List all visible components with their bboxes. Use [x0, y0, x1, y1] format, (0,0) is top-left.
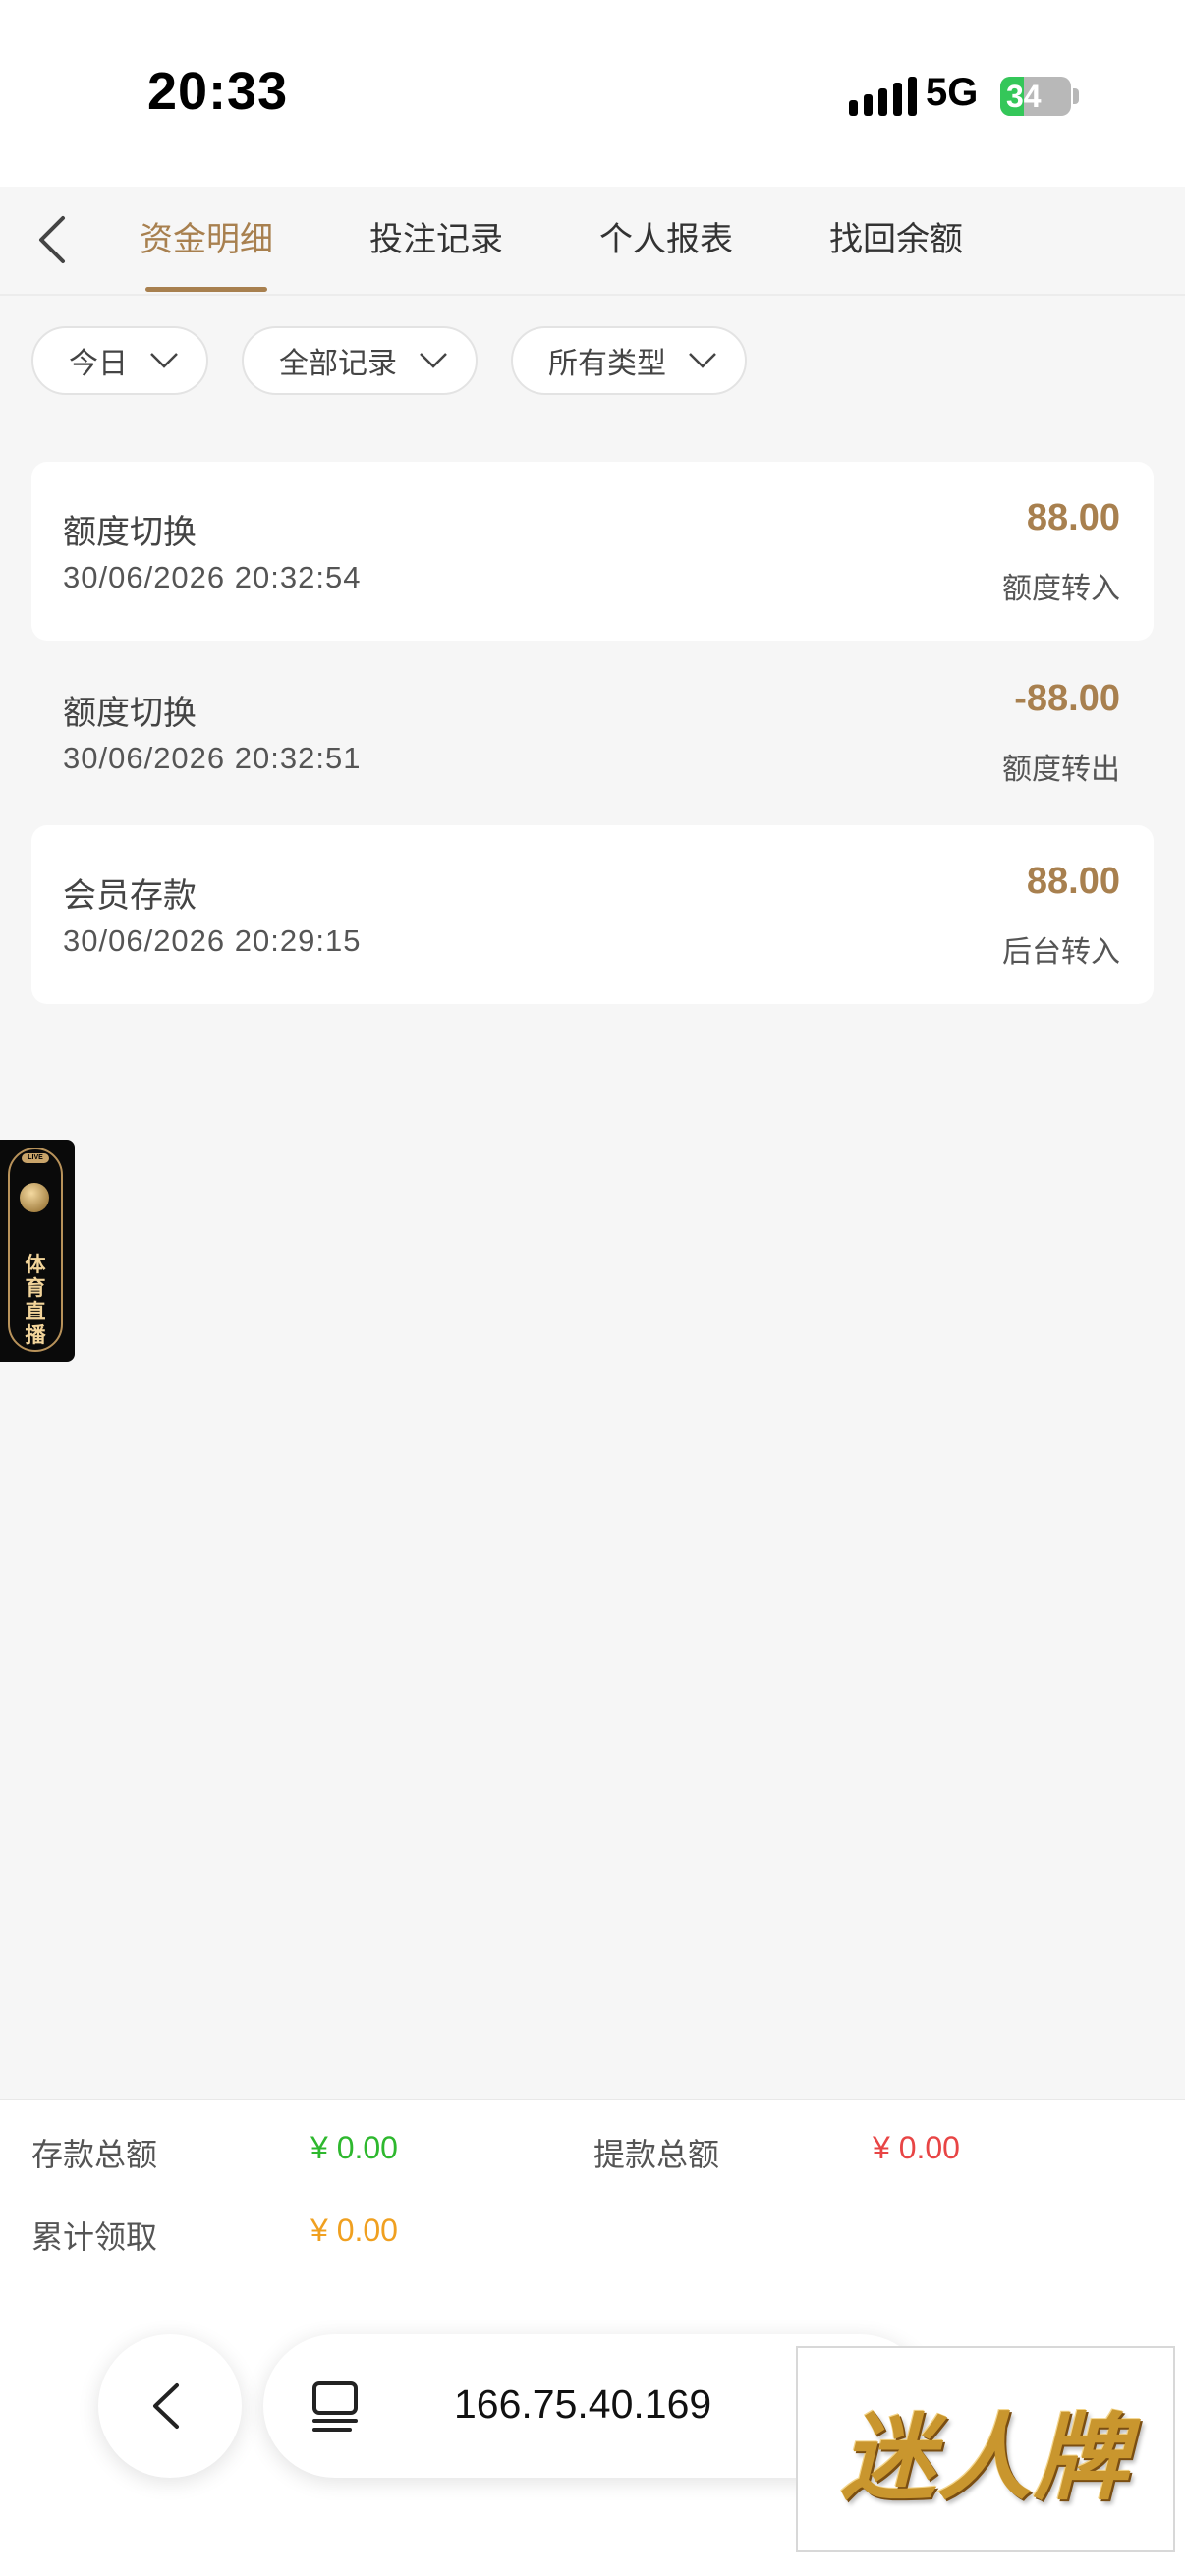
withdraw-total-label: 提款总额	[593, 2137, 720, 2172]
status-time: 20:33	[147, 62, 289, 121]
tab-recover-balance[interactable]: 找回余额	[829, 212, 963, 295]
record-type: 额度转入	[1002, 573, 1120, 605]
record-amount: 88.00	[1026, 861, 1120, 902]
trophy-icon	[20, 1183, 49, 1212]
tab-fund-details[interactable]: 资金明细	[140, 212, 273, 295]
live-banner-text: 体育直播	[25, 1254, 46, 1347]
deposit-total-value: ¥ 0.00	[310, 2130, 398, 2165]
list-item[interactable]: 会员存款 30/06/2026 20:29:15 88.00 后台转入	[31, 825, 1154, 1004]
claimed-total-value: ¥ 0.00	[310, 2212, 398, 2248]
back-button[interactable]	[33, 210, 73, 269]
battery-level: 34	[1006, 79, 1042, 114]
record-time: 30/06/2026 20:32:54	[63, 560, 362, 594]
record-title: 额度切换	[63, 695, 197, 732]
list-item[interactable]: 额度切换 30/06/2026 20:32:51 -88.00 额度转出	[31, 643, 1154, 821]
claimed-total-label: 累计领取	[31, 2219, 158, 2255]
battery-icon: 34	[1000, 77, 1071, 116]
signal-icon	[849, 77, 917, 116]
status-bar: 20:33 5G 34	[0, 0, 1185, 187]
summary-panel: 存款总额 ¥ 0.00 提款总额 ¥ 0.00 累计领取 ¥ 0.00	[0, 2099, 1185, 2313]
chevron-down-icon	[150, 353, 178, 368]
ad-banner[interactable]: 迷人牌	[796, 2346, 1175, 2552]
url-text: 166.75.40.169	[454, 2381, 712, 2427]
type-filter-dropdown[interactable]: 所有类型	[511, 326, 747, 395]
record-filter-dropdown[interactable]: 全部记录	[242, 326, 478, 395]
chevron-left-icon	[153, 2383, 179, 2429]
sports-live-banner[interactable]: LIVE 体育直播	[0, 1140, 75, 1362]
date-filter-dropdown[interactable]: 今日	[31, 326, 208, 395]
deposit-total-label: 存款总额	[31, 2137, 158, 2172]
date-filter-label: 今日	[69, 348, 128, 380]
network-type: 5G	[926, 71, 979, 114]
record-time: 30/06/2026 20:32:51	[63, 741, 362, 775]
record-time: 30/06/2026 20:29:15	[63, 924, 362, 958]
tab-bar: 资金明细 投注记录 个人报表 找回余额	[140, 212, 1059, 295]
header-divider	[0, 294, 1185, 296]
battery-tip	[1073, 88, 1079, 104]
browser-back-button[interactable]	[98, 2334, 242, 2478]
chevron-left-icon	[39, 216, 65, 263]
record-type: 后台转入	[1002, 936, 1120, 969]
type-filter-label: 所有类型	[548, 348, 666, 380]
tabs-icon	[312, 2381, 358, 2432]
record-title: 会员存款	[63, 877, 197, 915]
record-amount: 88.00	[1026, 497, 1120, 538]
live-badge: LIVE	[22, 1153, 49, 1163]
ad-logo-text: 迷人牌	[841, 2406, 1130, 2511]
chevron-down-icon	[420, 353, 447, 368]
live-banner-frame: LIVE 体育直播	[8, 1148, 63, 1352]
list-item[interactable]: 额度切换 30/06/2026 20:32:54 88.00 额度转入	[31, 462, 1154, 641]
record-filter-label: 全部记录	[279, 348, 397, 380]
record-type: 额度转出	[1002, 754, 1120, 786]
chevron-down-icon	[689, 353, 716, 368]
withdraw-total-value: ¥ 0.00	[873, 2130, 960, 2165]
record-amount: -88.00	[1014, 678, 1120, 719]
tab-personal-report[interactable]: 个人报表	[599, 212, 733, 295]
record-title: 额度切换	[63, 514, 197, 551]
tab-bet-records[interactable]: 投注记录	[369, 212, 503, 295]
filter-bar: 今日 全部记录 所有类型	[31, 326, 747, 395]
